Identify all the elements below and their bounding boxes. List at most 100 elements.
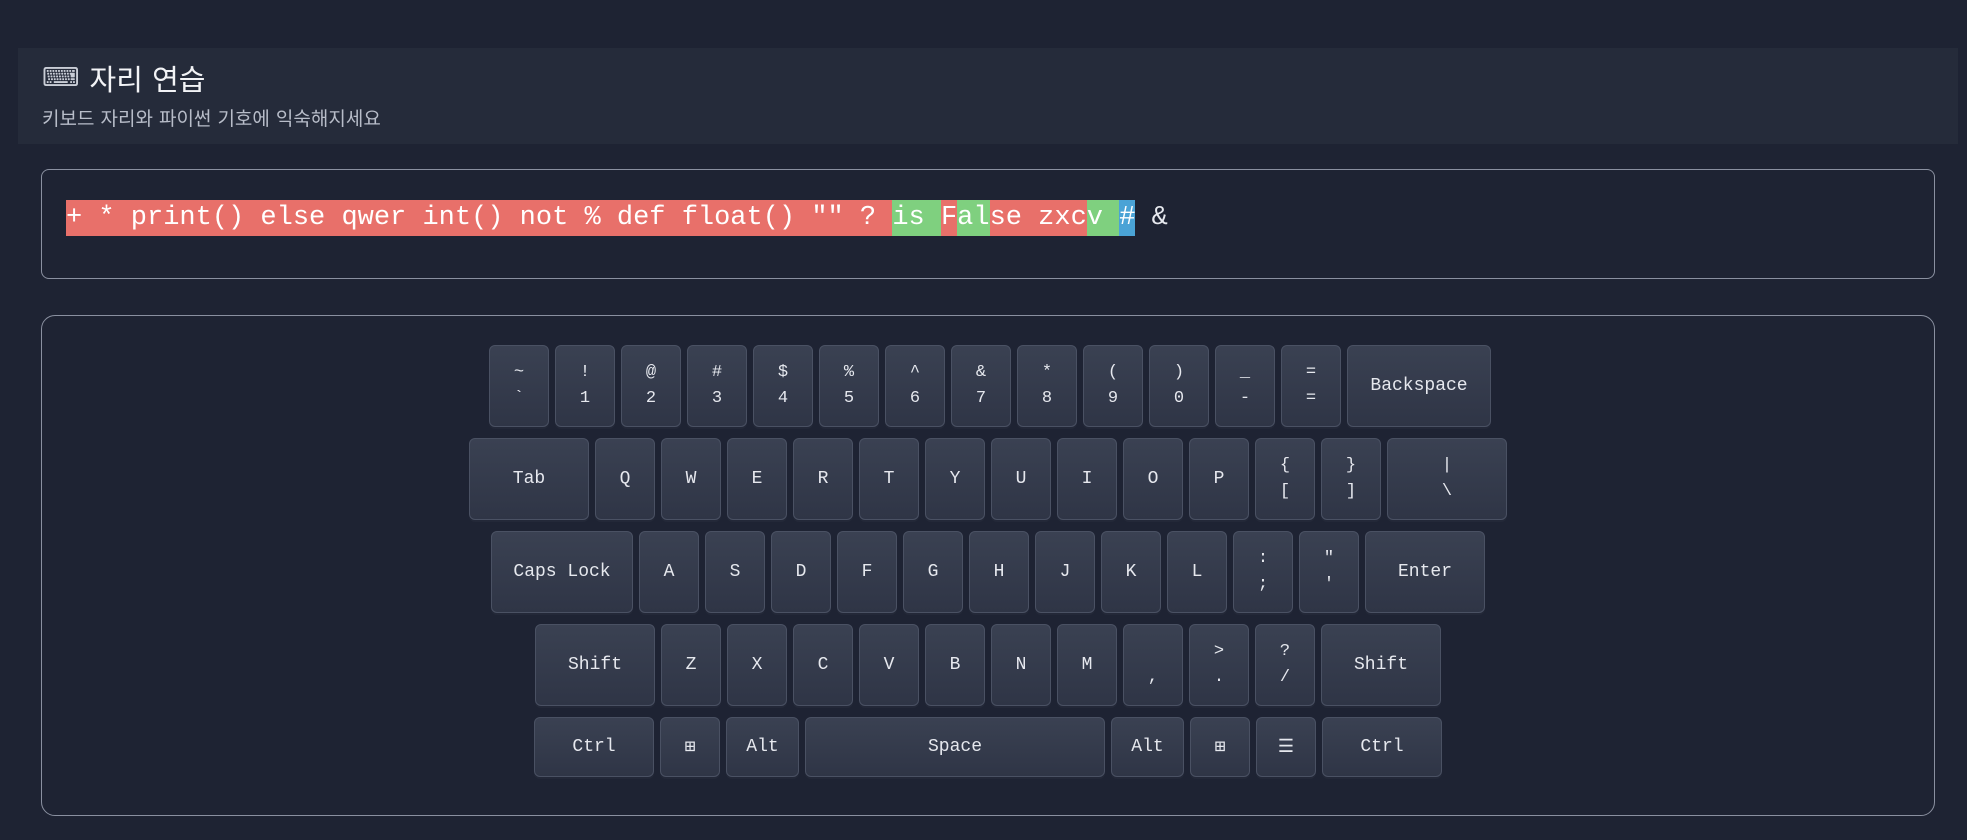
key-symbol-13[interactable]: | \ — [1387, 438, 1507, 520]
key-symbol-11[interactable]: " ' — [1299, 531, 1359, 613]
key-label: Enter — [1397, 562, 1452, 582]
key-ctrl[interactable]: Ctrl — [534, 717, 654, 777]
key-m[interactable]: M — [1057, 624, 1117, 706]
key-label: S — [729, 562, 741, 582]
key-shift-symbol: { — [1279, 456, 1291, 475]
key-label: Caps Lock — [513, 562, 611, 582]
key-symbol-10[interactable]: ? / — [1255, 624, 1315, 706]
key-shift-symbol: * — [1041, 363, 1053, 382]
key-shift-symbol: : — [1257, 549, 1269, 568]
key-o[interactable]: O — [1123, 438, 1183, 520]
key-c[interactable]: C — [793, 624, 853, 706]
key-space[interactable]: Space — [805, 717, 1105, 777]
page-title: 자리 연습 — [89, 63, 206, 97]
key-p[interactable]: P — [1189, 438, 1249, 520]
key-alt[interactable]: Alt — [726, 717, 799, 777]
key-label: E — [751, 469, 763, 489]
key-shift[interactable]: Shift — [535, 624, 655, 706]
key-i[interactable]: I — [1057, 438, 1117, 520]
keyboard-row-numbers: ~ `! 1 @2 #3 $4% 5 ^ 6 & 7 * 8(9) 0 _ - = = Backspace — [489, 345, 1491, 427]
virtual-keyboard: ~ `! 1 @2 #3 $4% 5 ^ 6 & 7 * 8(9) 0 _ - = = Backspace Tab Q… — [41, 315, 1935, 816]
key-9[interactable]: (9 — [1083, 345, 1143, 427]
key-y[interactable]: Y — [925, 438, 985, 520]
key-g[interactable]: G — [903, 531, 963, 613]
key-shift[interactable]: Shift — [1321, 624, 1441, 706]
key-shift-symbol: % — [843, 363, 855, 382]
key-b[interactable]: B — [925, 624, 985, 706]
key-base-symbol: \ — [1441, 482, 1453, 501]
key-label: Alt — [1131, 737, 1164, 757]
practice-segment-correct: is — [892, 200, 941, 236]
practice-segment-wrong: + * print() else qwer int() not % def fl… — [66, 200, 893, 236]
key-caps-lock[interactable]: Caps Lock — [491, 531, 633, 613]
key-windows-icon[interactable]: ⊞ — [660, 717, 720, 777]
key-0[interactable]: ) 0 — [1149, 345, 1209, 427]
key-symbol-11[interactable]: _ - — [1215, 345, 1275, 427]
key-base-symbol: 0 — [1173, 389, 1185, 408]
key-u[interactable]: U — [991, 438, 1051, 520]
key-symbol-8[interactable]: , — [1123, 624, 1183, 706]
key-tab[interactable]: Tab — [469, 438, 589, 520]
key-menu-icon[interactable]: ☰ — [1256, 717, 1316, 777]
key-backspace[interactable]: Backspace — [1347, 345, 1491, 427]
key-symbol-12[interactable]: = = — [1281, 345, 1341, 427]
key-base-symbol: 2 — [645, 389, 657, 408]
key-symbol-9[interactable]: >. — [1189, 624, 1249, 706]
key-l[interactable]: L — [1167, 531, 1227, 613]
key-k[interactable]: K — [1101, 531, 1161, 613]
key-windows-icon[interactable]: ⊞ — [1190, 717, 1250, 777]
key-r[interactable]: R — [793, 438, 853, 520]
key-s[interactable]: S — [705, 531, 765, 613]
key-base-symbol: . — [1213, 668, 1225, 687]
key-3[interactable]: #3 — [687, 345, 747, 427]
key-base-symbol: [ — [1279, 482, 1291, 501]
key-5[interactable]: % 5 — [819, 345, 879, 427]
key-symbol-12[interactable]: }] — [1321, 438, 1381, 520]
key-7[interactable]: & 7 — [951, 345, 1011, 427]
key-j[interactable]: J — [1035, 531, 1095, 613]
key-n[interactable]: N — [991, 624, 1051, 706]
practice-text-box: + * print() else qwer int() not % def fl… — [41, 169, 1935, 279]
key-label: B — [949, 655, 961, 675]
key-t[interactable]: T — [859, 438, 919, 520]
key-f[interactable]: F — [837, 531, 897, 613]
key-label: Space — [927, 737, 982, 757]
key-h[interactable]: H — [969, 531, 1029, 613]
key-symbol-11[interactable]: {[ — [1255, 438, 1315, 520]
key-8[interactable]: * 8 — [1017, 345, 1077, 427]
key-e[interactable]: E — [727, 438, 787, 520]
page-subtitle: 키보드 자리와 파이썬 기호에 익숙해지세요 — [42, 108, 381, 130]
page-header: ⌨ 자리 연습 키보드 자리와 파이썬 기호에 익숙해지세요 — [18, 48, 1958, 144]
key-shift-symbol: $ — [777, 363, 789, 382]
key-symbol-10[interactable]: :; — [1233, 531, 1293, 613]
key-base-symbol: ; — [1257, 575, 1269, 594]
key-label: D — [795, 562, 807, 582]
key-x[interactable]: X — [727, 624, 787, 706]
key-label: W — [685, 469, 697, 489]
key-z[interactable]: Z — [661, 624, 721, 706]
key-w[interactable]: W — [661, 438, 721, 520]
practice-segment-pending: & — [1135, 203, 1168, 233]
key-base-symbol: ] — [1345, 482, 1357, 501]
key-a[interactable]: A — [639, 531, 699, 613]
key-1[interactable]: ! 1 — [555, 345, 615, 427]
practice-text: + * print() else qwer int() not % def fl… — [66, 200, 1910, 236]
key-alt[interactable]: Alt — [1111, 717, 1184, 777]
key-2[interactable]: @2 — [621, 345, 681, 427]
key-symbol-0[interactable]: ~ ` — [489, 345, 549, 427]
key-base-symbol: 9 — [1107, 389, 1119, 408]
key-ctrl[interactable]: Ctrl — [1322, 717, 1442, 777]
keyboard-row-modifiers: Ctrl ⊞ Alt Space Alt ⊞ ☰ Ctrl — [534, 717, 1442, 777]
windows-icon: ⊞ — [1214, 738, 1226, 758]
key-d[interactable]: D — [771, 531, 831, 613]
keyboard-icon: ⌨ — [42, 63, 80, 93]
key-shift-symbol: ? — [1279, 642, 1291, 661]
key-v[interactable]: V — [859, 624, 919, 706]
key-6[interactable]: ^ 6 — [885, 345, 945, 427]
key-label: F — [861, 562, 873, 582]
key-base-symbol: 3 — [711, 389, 723, 408]
key-enter[interactable]: Enter — [1365, 531, 1485, 613]
key-shift-symbol: ( — [1107, 363, 1119, 382]
key-4[interactable]: $4 — [753, 345, 813, 427]
key-q[interactable]: Q — [595, 438, 655, 520]
